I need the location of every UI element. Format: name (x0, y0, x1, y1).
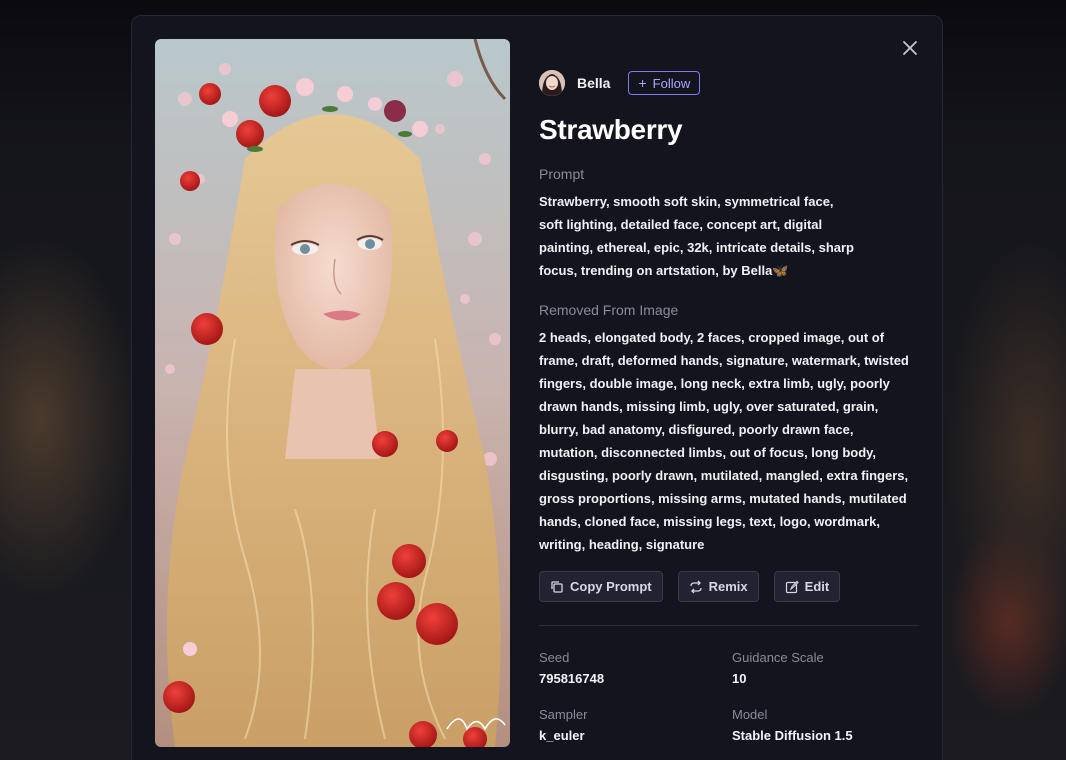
generated-image[interactable] (155, 39, 510, 747)
guidance-label: Guidance Scale (732, 650, 824, 665)
generation-settings: Seed 795816748 Guidance Scale 10 Sampler… (539, 650, 919, 743)
details-panel: Bella + Follow Strawberry Prompt Strawbe… (539, 70, 919, 743)
copy-prompt-label: Copy Prompt (570, 579, 652, 594)
follow-button[interactable]: + Follow (628, 71, 701, 95)
seed-label: Seed (539, 650, 570, 665)
edit-button[interactable]: Edit (773, 571, 841, 602)
action-bar: Copy Prompt Remix Edit (539, 571, 919, 602)
removed-text: 2 heads, elongated body, 2 faces, croppe… (539, 330, 909, 552)
close-icon (903, 41, 917, 55)
close-button[interactable] (900, 38, 920, 58)
copy-icon (551, 580, 563, 593)
remix-label: Remix (708, 579, 748, 594)
image-title: Strawberry (539, 114, 683, 145)
prompt-label: Prompt (539, 166, 585, 182)
prompt-text: Strawberry, smooth soft skin, symmetrica… (539, 194, 854, 278)
plus-icon: + (638, 75, 647, 91)
sampler-label: Sampler (539, 707, 588, 722)
sampler-field: Sampler k_euler (539, 707, 732, 743)
model-label: Model (732, 707, 768, 722)
copy-prompt-button[interactable]: Copy Prompt (539, 571, 663, 602)
follow-label: Follow (652, 75, 691, 91)
edit-label: Edit (804, 579, 830, 594)
repeat-icon (689, 580, 702, 593)
remix-button[interactable]: Remix (677, 571, 759, 602)
removed-label: Removed From Image (539, 302, 679, 318)
edit-icon (785, 580, 799, 593)
guidance-field: Guidance Scale 10 (732, 650, 922, 686)
avatar[interactable] (539, 70, 565, 96)
seed-value: 795816748 (539, 671, 605, 686)
author-row: Bella + Follow (539, 70, 919, 96)
author-name[interactable]: Bella (577, 75, 610, 91)
image-detail-modal: Bella + Follow Strawberry Prompt Strawbe… (131, 15, 943, 760)
divider (539, 625, 919, 626)
sampler-value: k_euler (539, 728, 585, 743)
guidance-value: 10 (732, 671, 747, 686)
seed-field: Seed 795816748 (539, 650, 732, 686)
model-field: Model Stable Diffusion 1.5 (732, 707, 922, 743)
model-value: Stable Diffusion 1.5 (732, 728, 853, 743)
